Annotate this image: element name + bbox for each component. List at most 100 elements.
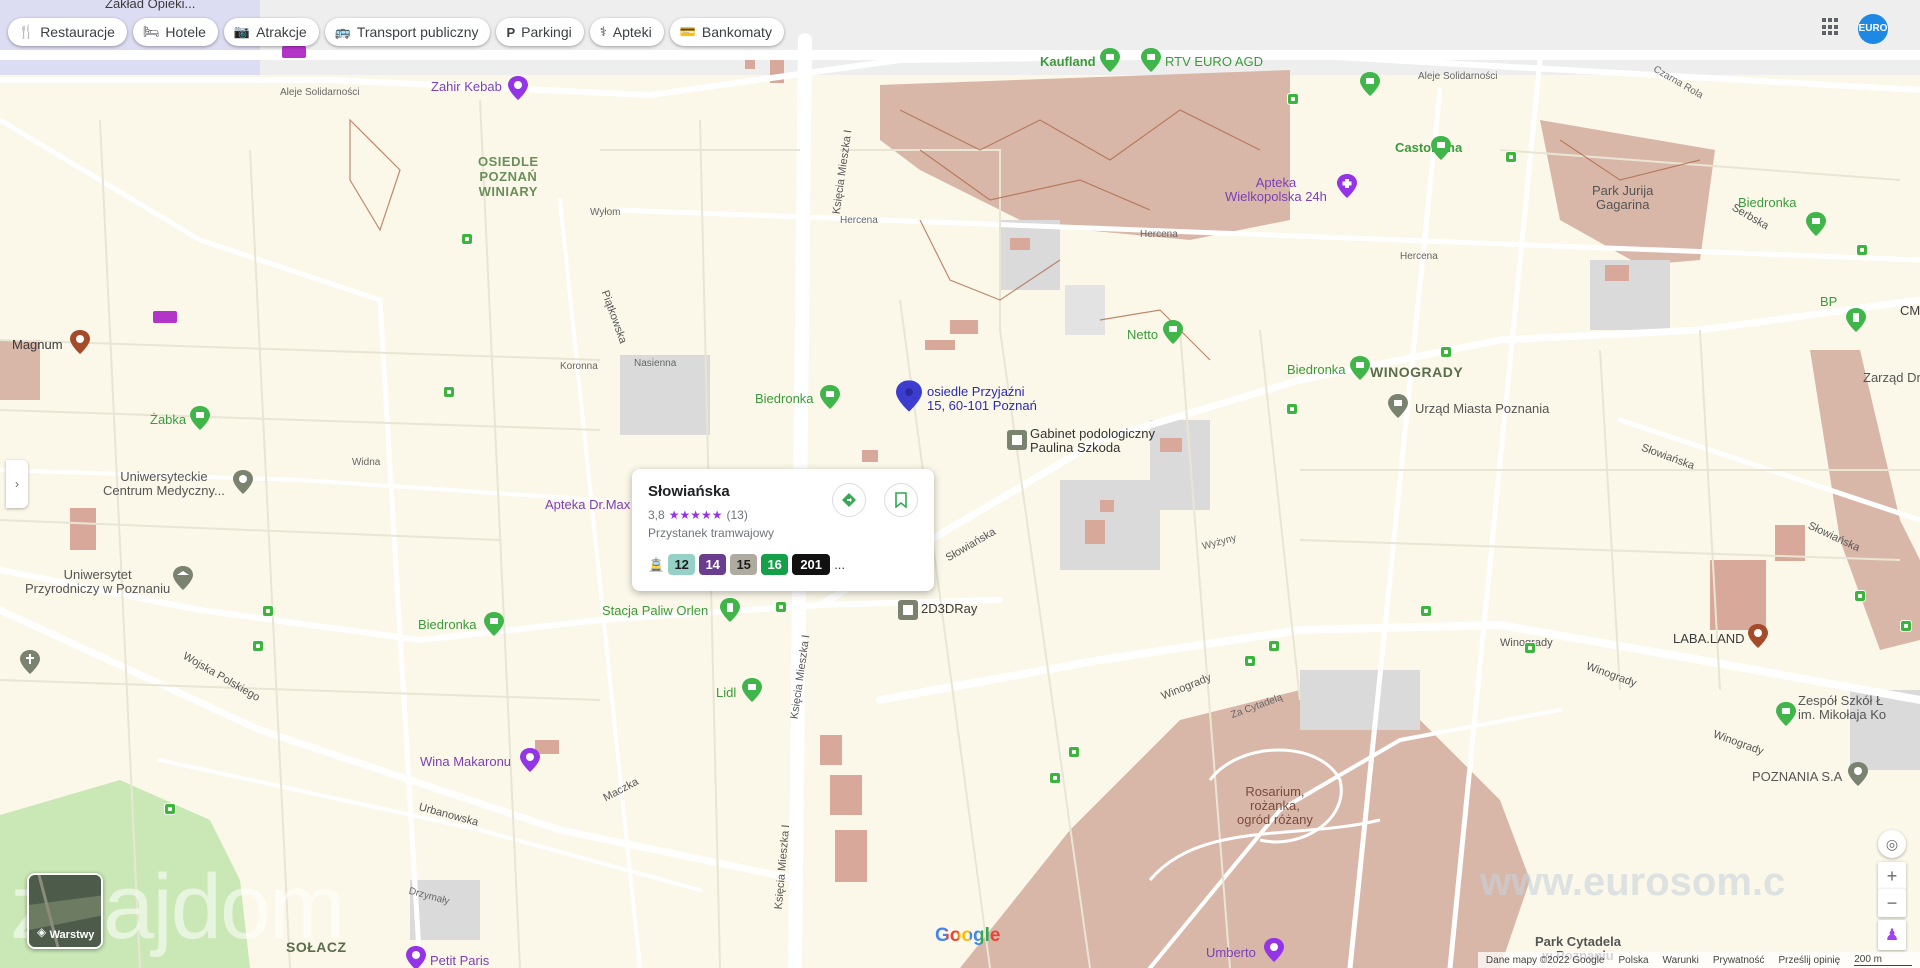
- bus-stop-icon[interactable]: [262, 605, 274, 617]
- poi-zespol-szkol[interactable]: Zespół Szkół Ł im. Mikołaja Ko: [1798, 694, 1886, 722]
- bus-stop-icon[interactable]: [1049, 772, 1061, 784]
- shopping-pin-icon[interactable]: [1431, 136, 1451, 160]
- transit-line-badge[interactable]: 15: [730, 554, 758, 575]
- poi-zahir-kebab[interactable]: Zahir Kebab: [431, 80, 502, 94]
- medical-pin-icon[interactable]: [233, 470, 253, 494]
- shopping-pin-icon[interactable]: [1163, 320, 1183, 344]
- side-panel-toggle[interactable]: ›: [6, 460, 28, 508]
- poi-park-jurija[interactable]: Park Jurija Gagarina: [1592, 184, 1653, 212]
- restaurant-pin-icon[interactable]: [520, 748, 540, 772]
- chip-parking[interactable]: P Parkingi: [496, 18, 584, 46]
- restaurant-pin-icon[interactable]: [1264, 938, 1284, 962]
- fuel-pin-icon[interactable]: [1846, 308, 1866, 332]
- shopping-pin-icon[interactable]: [1350, 356, 1370, 380]
- poi-zarzad[interactable]: Zarząd Dró: [1863, 371, 1920, 385]
- chip-restaurants[interactable]: 🍴 Restauracje: [8, 18, 127, 46]
- poi-uni-medyczny[interactable]: Uniwersyteckie Centrum Medyczny...: [103, 470, 225, 498]
- bus-stop-icon[interactable]: [1286, 403, 1298, 415]
- transit-line-badge[interactable]: 12: [668, 554, 696, 575]
- bus-stop-icon[interactable]: [1524, 642, 1536, 654]
- transit-line-badge[interactable]: 201: [792, 554, 831, 575]
- bus-stop-icon[interactable]: [1900, 620, 1912, 632]
- poi-zabka[interactable]: Żabka: [150, 413, 186, 427]
- bus-stop-icon[interactable]: [252, 640, 264, 652]
- chip-attractions[interactable]: 📷 Atrakcje: [223, 18, 319, 46]
- shopping-pin-icon[interactable]: [1141, 48, 1161, 72]
- footer-feedback-link[interactable]: Prześlij opinię: [1779, 955, 1841, 966]
- place-card[interactable]: Słowiańska 3,8 ★★★★★ (13) Przystanek tra…: [632, 469, 934, 591]
- shopping-pin-icon[interactable]: [190, 406, 210, 430]
- business-pin-icon[interactable]: [1848, 762, 1868, 786]
- save-button[interactable]: [884, 483, 918, 517]
- poi-rtv-euro[interactable]: RTV EURO AGD: [1165, 55, 1263, 69]
- review-count[interactable]: (13): [726, 508, 747, 522]
- transit-line-badge[interactable]: 16: [761, 554, 789, 575]
- shopping-pin-icon[interactable]: [1806, 212, 1826, 236]
- shopping-pin-icon[interactable]: [1100, 48, 1120, 72]
- scale-bar[interactable]: 200 m: [1854, 954, 1912, 966]
- poi-lidl[interactable]: Lidl: [716, 686, 736, 700]
- zoom-out-button[interactable]: −: [1878, 889, 1906, 917]
- poi-uni-przyrodniczy[interactable]: Uniwersytet Przyrodniczy w Poznaniu: [25, 568, 170, 596]
- clinic-pin-icon[interactable]: [1007, 430, 1027, 450]
- poi-biedronka-2[interactable]: Biedronka: [1287, 363, 1346, 377]
- directions-button[interactable]: [832, 483, 866, 517]
- footer-privacy-link[interactable]: Prywatność: [1713, 955, 1765, 966]
- shopping-pin-icon[interactable]: [1360, 72, 1380, 96]
- poi-biedronka-1[interactable]: Biedronka: [1738, 196, 1797, 210]
- school-pin-icon[interactable]: [1776, 702, 1796, 726]
- poi-petit-paris[interactable]: Petit Paris: [430, 954, 489, 968]
- apps-grid-icon[interactable]: [1822, 18, 1840, 36]
- selected-location-pin-icon[interactable]: [896, 378, 922, 414]
- poi-magnum[interactable]: Magnum: [12, 338, 63, 352]
- poi-castorama[interactable]: Castorama: [1395, 141, 1462, 155]
- bus-stop-icon[interactable]: [461, 233, 473, 245]
- bus-stop-icon[interactable]: [1440, 346, 1452, 358]
- poi-kaufland[interactable]: Kaufland: [1040, 55, 1096, 69]
- footer-terms-link[interactable]: Warunki: [1663, 955, 1699, 966]
- bus-stop-icon[interactable]: [1420, 605, 1432, 617]
- bus-stop-icon[interactable]: [1505, 151, 1517, 163]
- shopping-pin-icon[interactable]: [484, 612, 504, 636]
- bus-stop-icon[interactable]: [775, 601, 787, 613]
- poi-apteka-drmax[interactable]: Apteka Dr.Max: [545, 498, 630, 512]
- restaurant-pin-icon[interactable]: [508, 76, 528, 100]
- poi-urzad-miasta[interactable]: Urząd Miasta Poznania: [1415, 402, 1549, 416]
- footer-country[interactable]: Polska: [1618, 955, 1648, 966]
- selected-address[interactable]: osiedle Przyjaźni 15, 60-101 Poznań: [927, 385, 1037, 413]
- map-canvas[interactable]: znajdom www.eurosom.c Zakład Opieki... O…: [0, 0, 1920, 968]
- poi-poznania[interactable]: POZNANIA S.A: [1752, 770, 1842, 784]
- chip-transit[interactable]: 🚌 Transport publiczny: [324, 18, 491, 46]
- shopping-pin-icon[interactable]: [742, 678, 762, 702]
- street-view-pegman[interactable]: ♟: [1878, 920, 1906, 950]
- bus-stop-icon[interactable]: [1268, 640, 1280, 652]
- poi-2d3dray[interactable]: 2D3DRay: [921, 602, 977, 616]
- poi-wina-makaronu[interactable]: Wina Makaronu: [420, 755, 511, 769]
- pharmacy-pin-icon[interactable]: [1337, 174, 1357, 198]
- university-pin-icon[interactable]: [173, 566, 193, 590]
- my-location-button[interactable]: ◎: [1878, 830, 1906, 858]
- poi-cm[interactable]: CM: [1900, 304, 1920, 318]
- transit-line-badge[interactable]: 14: [699, 554, 727, 575]
- layers-button[interactable]: ◈ Warstwy: [27, 873, 103, 949]
- poi-netto[interactable]: Netto: [1127, 328, 1158, 342]
- store-pin-icon[interactable]: [70, 330, 90, 354]
- poi-rosarium[interactable]: Rosarium, rożanka, ogród różany: [1237, 785, 1313, 827]
- shopping-pin-icon[interactable]: [820, 385, 840, 409]
- government-pin-icon[interactable]: [1388, 394, 1408, 418]
- bus-stop-icon[interactable]: [443, 386, 455, 398]
- restaurant-pin-icon[interactable]: [406, 946, 426, 968]
- store-pin-icon[interactable]: [1748, 624, 1768, 648]
- chip-atms[interactable]: 💳 Bankomaty: [669, 18, 784, 46]
- bus-stop-icon[interactable]: [1856, 244, 1868, 256]
- poi-bp[interactable]: BP: [1820, 295, 1837, 309]
- bus-stop-icon[interactable]: [1287, 93, 1299, 105]
- poi-laba-land[interactable]: LABA.LAND: [1673, 632, 1745, 646]
- business-pin-icon[interactable]: [898, 600, 918, 620]
- poi-apteka-wielkopolska[interactable]: Apteka Wielkopolska 24h: [1225, 176, 1327, 204]
- bus-stop-icon[interactable]: [164, 803, 176, 815]
- poi-biedronka-4[interactable]: Biedronka: [418, 618, 477, 632]
- bus-stop-icon[interactable]: [1854, 590, 1866, 602]
- poi-umberto[interactable]: Umberto: [1206, 946, 1256, 960]
- chip-hotels[interactable]: 🛏 Hotele: [132, 18, 218, 46]
